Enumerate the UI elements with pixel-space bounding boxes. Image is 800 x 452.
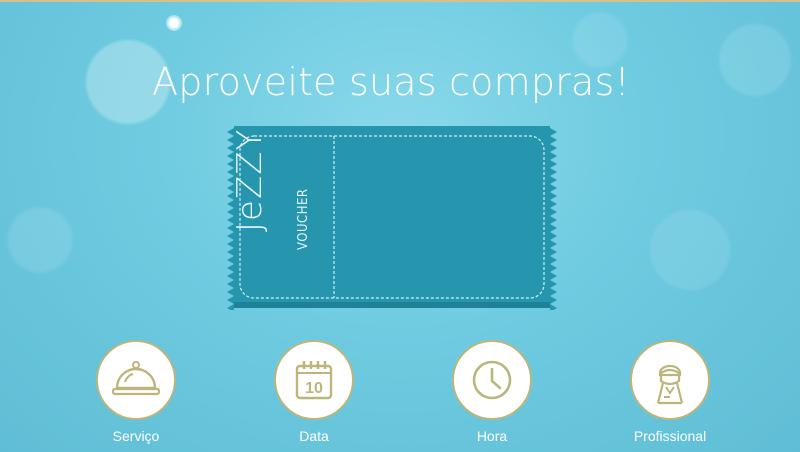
ticket-tooth: [550, 280, 557, 288]
ticket-shape: [227, 126, 557, 310]
feature-hora[interactable]: Hora: [437, 340, 547, 444]
ticket-tooth: [550, 216, 557, 224]
ticket-tooth: [550, 208, 557, 216]
feature-data-circle[interactable]: 10: [274, 340, 354, 420]
feature-servico-circle[interactable]: [96, 340, 176, 420]
app-screen: Aproveite suas compras! JeZZY VOUCHER Se…: [0, 0, 800, 452]
ticket-tooth: [550, 192, 557, 200]
ticket-tooth: [550, 288, 557, 296]
feature-data[interactable]: 10 Data: [259, 340, 369, 444]
ticket-tooth: [550, 256, 557, 264]
ticket-tooth: [550, 152, 557, 160]
feature-servico[interactable]: Serviço: [81, 340, 191, 444]
ticket-tooth: [227, 296, 234, 304]
cloche-icon: [111, 361, 161, 396]
ticket-tooth: [227, 304, 234, 310]
calendar-day: 10: [305, 380, 323, 397]
ticket-tooth: [550, 304, 557, 310]
ticket-tooth: [550, 136, 557, 144]
ticket-tooth: [550, 248, 557, 256]
ticket-tooth: [550, 168, 557, 176]
ticket-tooth: [227, 256, 234, 264]
top-border: [0, 0, 800, 2]
feature-hora-label: Hora: [476, 428, 508, 444]
voucher-ticket[interactable]: [224, 124, 560, 310]
feature-hora-circle[interactable]: [452, 340, 532, 420]
ticket-tooth: [550, 160, 557, 168]
ticket-tooth: [227, 248, 234, 256]
ticket-tooth: [227, 288, 234, 296]
ticket-tooth: [550, 296, 557, 304]
ticket-tooth: [227, 280, 234, 288]
voucher-subtitle: VOUCHER: [296, 188, 311, 250]
feature-profissional[interactable]: Profissional: [615, 340, 725, 444]
feature-servico-label: Serviço: [112, 428, 160, 444]
ticket-tooth: [550, 240, 557, 248]
clock-icon: [472, 360, 512, 400]
page-headline: Aproveite suas compras!: [152, 60, 630, 104]
feature-profissional-circle[interactable]: [630, 340, 710, 420]
ticket-tooth: [550, 224, 557, 232]
ticket-tooth: [227, 264, 234, 272]
ticket-tooth: [550, 176, 557, 184]
feature-data-label: Data: [299, 428, 329, 444]
ticket-tooth: [227, 240, 234, 248]
ticket-tooth: [550, 128, 557, 136]
calendar-icon: 10: [295, 361, 333, 400]
ticket-tooth: [227, 272, 234, 280]
ticket-tooth: [227, 232, 234, 240]
sparkle-decoration: [166, 15, 182, 31]
ticket-tooth: [550, 232, 557, 240]
ticket-tooth: [550, 144, 557, 152]
ticket-tooth: [550, 272, 557, 280]
voucher-brand: JeZZY: [230, 128, 270, 232]
ticket-tooth: [550, 264, 557, 272]
feature-profissional-label: Profissional: [633, 428, 707, 444]
ticket-tooth: [550, 184, 557, 192]
professional-icon: [656, 364, 684, 405]
ticket-tooth: [550, 200, 557, 208]
